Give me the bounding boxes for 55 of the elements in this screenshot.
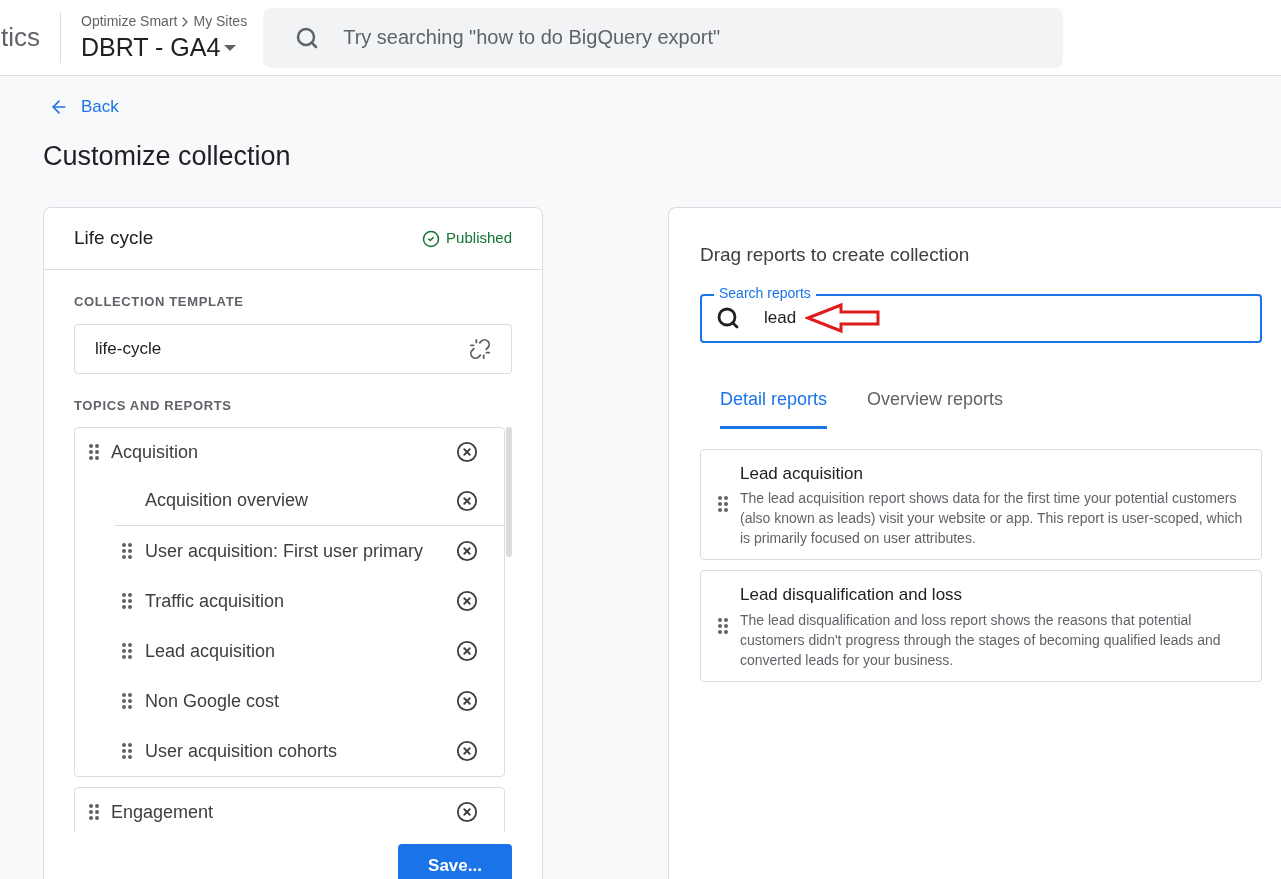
search-icon (716, 305, 740, 330)
search-field[interactable]: Try searching "how to do BigQuery export" (263, 7, 1064, 68)
remove-button[interactable] (455, 689, 479, 713)
drag-handle-icon[interactable] (122, 543, 132, 559)
remove-button[interactable] (455, 739, 479, 763)
section-label: TOPICS AND REPORTS (74, 396, 233, 415)
panel-title: Drag reports to create collection (700, 243, 971, 267)
topic-name: Engagement (111, 800, 215, 824)
remove-button[interactable] (455, 800, 479, 824)
save-button[interactable]: Save... (398, 844, 512, 879)
unlink-icon[interactable] (469, 337, 491, 360)
page-title: Customize collection (43, 139, 292, 173)
drag-handle-icon[interactable] (718, 496, 728, 513)
template-field[interactable]: life-cycle (74, 323, 512, 374)
drag-handle-icon[interactable] (89, 804, 99, 820)
drag-handle-icon[interactable] (89, 444, 99, 460)
status-label: Published (446, 228, 512, 249)
drag-handle-icon[interactable] (122, 643, 132, 659)
report-title: Lead acquisition (740, 462, 864, 485)
section-label: COLLECTION TEMPLATE (74, 293, 245, 311)
drag-handle-icon[interactable] (718, 617, 728, 634)
report-description: The lead acquisition report shows data for the first time your potential customers (also known as leads) visit your website or app. This report is user-scoped, which is primarily focused on user attributes. (740, 489, 1244, 548)
report-description: The lead disqualification and loss report shows the reasons that potential customers didn't progress through the stages of becoming qualified leads and converted leads for your business. (740, 610, 1222, 670)
collection-name: Life cycle (74, 226, 154, 251)
breadcrumb-item[interactable]: Optimize Smart (81, 11, 178, 33)
app-name: tics (0, 21, 41, 54)
scrollbar[interactable] (506, 427, 512, 557)
remove-button[interactable] (455, 639, 479, 663)
report-tab[interactable]: Overview reports (867, 372, 1004, 429)
report-name: User acquisition: First user primary (145, 539, 425, 563)
report-result-card[interactable] (700, 448, 1262, 560)
report-name: User acquisition cohorts (145, 739, 339, 763)
report-title: Lead disqualification and loss (740, 584, 964, 606)
remove-button[interactable] (455, 440, 479, 464)
remove-button[interactable] (455, 539, 479, 563)
report-name: Non Google cost (145, 689, 281, 713)
report-result-card[interactable] (700, 570, 1262, 682)
topic-name: Acquisition (111, 440, 200, 464)
back-link[interactable]: Back (49, 94, 119, 120)
template-value: life-cycle (95, 337, 162, 360)
check-circle-icon (422, 229, 441, 248)
report-name: Acquisition overview (145, 489, 310, 512)
drag-handle-icon[interactable] (122, 593, 132, 609)
drag-handle-icon[interactable] (122, 743, 132, 759)
search-icon (295, 25, 320, 50)
report-tab[interactable]: Detail reports (720, 372, 828, 429)
drag-handle-icon[interactable] (122, 693, 132, 709)
remove-button[interactable] (455, 589, 479, 613)
field-label: Search reports (714, 284, 816, 301)
property-selector[interactable]: DBRT - GA4 (81, 32, 248, 64)
breadcrumb-item[interactable]: My Sites (193, 11, 248, 33)
report-name: Lead acquisition (145, 639, 277, 663)
dropdown-caret-icon (224, 45, 237, 51)
remove-button[interactable] (455, 488, 479, 513)
report-name: Traffic acquisition (145, 589, 286, 613)
